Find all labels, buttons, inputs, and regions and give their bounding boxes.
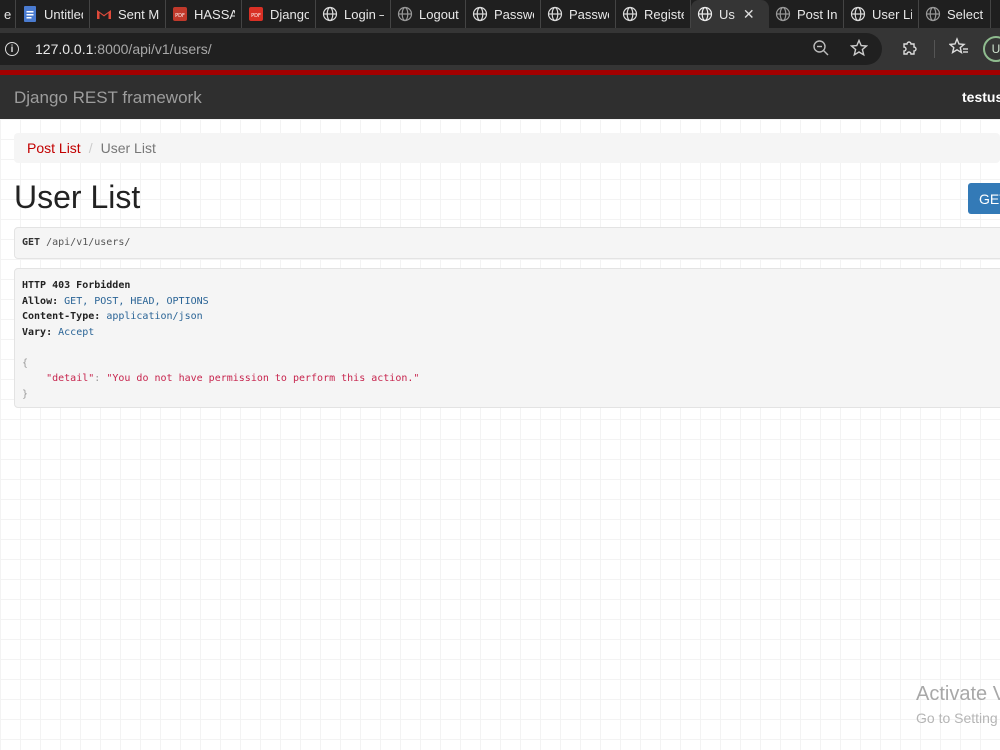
- breadcrumb-link-post-list[interactable]: Post List: [27, 140, 81, 156]
- tab-title: Logout: [419, 6, 459, 22]
- navbar-brand[interactable]: Django REST framework: [14, 88, 202, 108]
- favorites-icon[interactable]: [948, 36, 969, 62]
- header-name: Content-Type:: [22, 311, 101, 322]
- address-bar[interactable]: i 127.0.0.1:8000/api/v1/users/: [0, 33, 882, 65]
- globe-icon: [850, 6, 866, 22]
- activation-watermark-title: Activate V: [916, 683, 1000, 705]
- response-status: HTTP 403 Forbidden: [22, 280, 131, 291]
- tab-title: Registe: [644, 6, 684, 22]
- globe-icon: [622, 6, 638, 22]
- breadcrumb-separator: /: [88, 140, 93, 156]
- tab-title: Select u: [947, 6, 984, 22]
- browser-toolbar: i 127.0.0.1:8000/api/v1/users/ U: [0, 28, 1000, 70]
- docs-icon: [22, 6, 38, 22]
- header-value: GET, POST, HEAD, OPTIONS: [64, 295, 209, 307]
- svg-text:PDF: PDF: [251, 13, 261, 19]
- page-content: Post List / User List User List GET GET …: [0, 119, 1000, 750]
- browser-tab-active[interactable]: Us ✕: [691, 0, 769, 28]
- response-header: Allow: GET, POST, HEAD, OPTIONS: [22, 294, 1000, 310]
- toolbar-divider: [934, 40, 935, 58]
- tab-title: Sent Ma: [118, 6, 159, 22]
- request-method: GET: [22, 237, 41, 248]
- tab-title: Us: [719, 6, 735, 22]
- globe-icon: [775, 6, 791, 22]
- site-info-icon[interactable]: i: [5, 42, 19, 56]
- globe-icon: [322, 6, 338, 22]
- browser-tab-strip: e - Untitled Sent Ma PDF HASSAN PDF Djan…: [0, 0, 1000, 28]
- tab-title: Passwo: [494, 6, 534, 22]
- browser-tab[interactable]: PDF Django: [242, 0, 316, 28]
- tab-title: User Lis: [872, 6, 912, 22]
- browser-tab[interactable]: Passwo: [541, 0, 616, 28]
- header-name: Vary:: [22, 326, 53, 338]
- browser-tab[interactable]: Logout: [391, 0, 466, 28]
- globe-icon: [397, 6, 413, 22]
- request-info: GET /api/v1/users/: [14, 227, 1000, 259]
- tab-title: e -: [4, 6, 11, 22]
- url-text[interactable]: 127.0.0.1:8000/api/v1/users/: [35, 41, 212, 57]
- json-open-brace: {: [22, 357, 29, 369]
- browser-tab[interactable]: User Lis: [844, 0, 919, 28]
- tab-title: Django: [270, 6, 309, 22]
- request-path: /api/v1/users/: [46, 237, 131, 248]
- drf-navbar: Django REST framework testuse: [0, 75, 1000, 119]
- close-tab-icon[interactable]: ✕: [743, 6, 755, 23]
- breadcrumb: Post List / User List: [14, 133, 1000, 163]
- tab-title: HASSAN: [194, 6, 235, 22]
- globe-icon: [925, 6, 941, 22]
- json-value: "You do not have permission to perform t…: [106, 373, 420, 384]
- response-header: Content-Type: application/json: [22, 309, 1000, 325]
- response-info: HTTP 403 Forbidden Allow: GET, POST, HEA…: [14, 268, 1000, 408]
- browser-tab[interactable]: Sent Ma: [90, 0, 166, 28]
- user-menu[interactable]: testuse: [962, 89, 1000, 105]
- tab-title: Untitled: [44, 6, 83, 22]
- breadcrumb-current: User List: [100, 140, 156, 156]
- header-value: Accept: [58, 326, 95, 338]
- zoom-out-icon[interactable]: [812, 39, 830, 62]
- url-path: :8000/api/v1/users/: [93, 41, 212, 57]
- globe-icon: [547, 6, 563, 22]
- gmail-icon: [96, 6, 112, 22]
- extensions-icon[interactable]: [900, 37, 920, 62]
- pdf-icon: PDF: [172, 6, 188, 22]
- star-icon[interactable]: [849, 38, 869, 62]
- tab-title: Login –: [344, 6, 384, 22]
- json-key: "detail": [46, 373, 95, 384]
- page-title: User List: [14, 179, 141, 215]
- browser-tab[interactable]: Passwo: [466, 0, 541, 28]
- header-name: Allow:: [22, 295, 59, 307]
- response-header: Vary: Accept: [22, 325, 1000, 341]
- activation-watermark-subtitle: Go to Setting: [916, 710, 998, 726]
- globe-icon: [472, 6, 488, 22]
- globe-icon: [697, 6, 713, 22]
- browser-tab[interactable]: PDF HASSAN: [166, 0, 242, 28]
- tab-title: Post Ins: [797, 6, 837, 22]
- browser-tab[interactable]: Select u: [919, 0, 991, 28]
- header-value: application/json: [106, 311, 203, 322]
- profile-avatar[interactable]: U: [983, 36, 1000, 62]
- json-body-line: "detail": "You do not have permission to…: [22, 371, 1000, 387]
- browser-tab[interactable]: Post Ins: [769, 0, 844, 28]
- url-host: 127.0.0.1: [35, 41, 94, 57]
- svg-text:PDF: PDF: [175, 13, 185, 19]
- browser-tab[interactable]: Registe: [616, 0, 691, 28]
- json-close-brace: }: [22, 388, 29, 400]
- tab-title: Passwo: [569, 6, 609, 22]
- browser-tab[interactable]: Login –: [316, 0, 391, 28]
- json-colon: :: [94, 373, 101, 384]
- get-button[interactable]: GET: [968, 183, 1000, 214]
- browser-tab[interactable]: Untitled: [16, 0, 90, 28]
- pdf-icon: PDF: [248, 6, 264, 22]
- browser-tab[interactable]: e -: [0, 0, 16, 28]
